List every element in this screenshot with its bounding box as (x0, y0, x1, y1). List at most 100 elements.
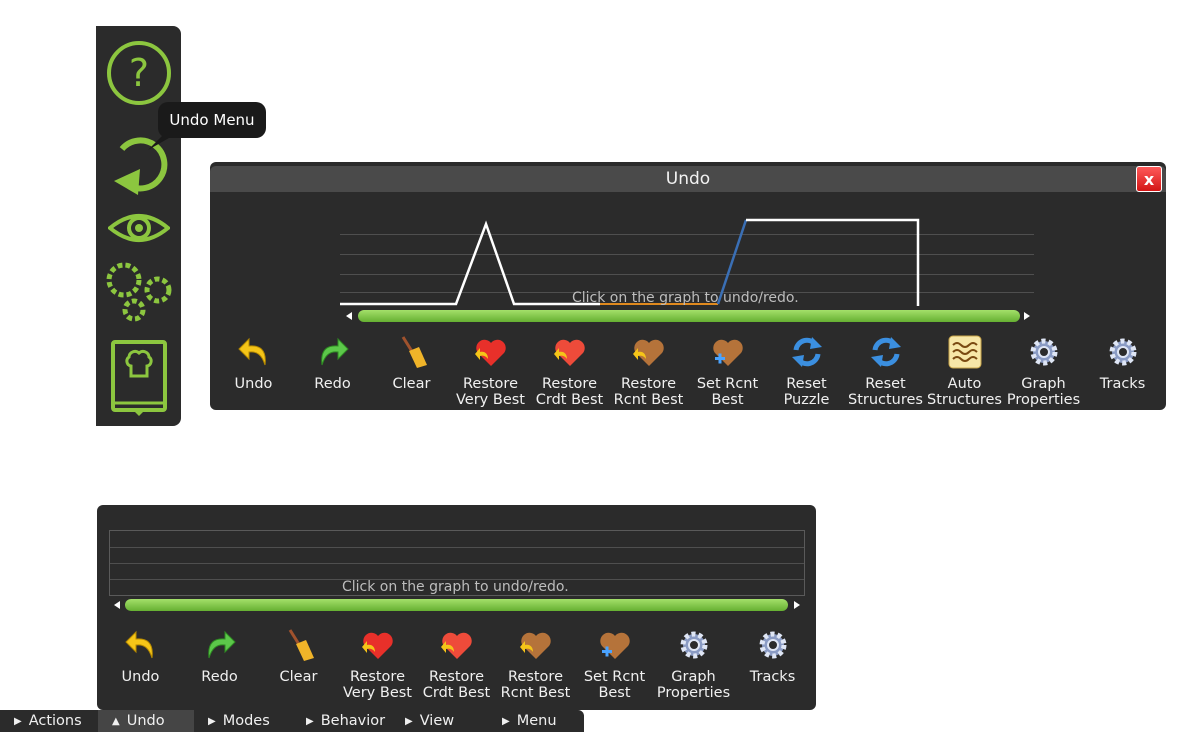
menu-modes[interactable]: ▶ Modes (208, 710, 270, 732)
graph-properties-button[interactable]: Graph Properties (654, 627, 733, 701)
graph-gridline (110, 547, 804, 548)
menu-actions[interactable]: ▶ Actions (0, 710, 98, 732)
undo-graph[interactable]: Click on the graph to undo/redo. (340, 212, 1034, 312)
broom-icon (288, 629, 314, 661)
redo-label: Redo (201, 669, 238, 685)
redo-button[interactable]: Redo (293, 334, 372, 408)
menu-modes-label: Modes (222, 713, 270, 729)
restore-very-best-button[interactable]: Restore Very Best (338, 627, 417, 701)
menu-view-label: View (419, 713, 455, 729)
menu-menu-label: Menu (516, 713, 557, 729)
restore-crdt-best-button[interactable]: Restore Crdt Best (417, 627, 496, 701)
refresh-icon (870, 337, 901, 367)
undo-panel-title: Undo (665, 169, 711, 189)
set-rcnt-best-label: Set Rcnt Best (696, 376, 759, 408)
scroll-left-arrow[interactable] (114, 601, 120, 609)
menu-undo[interactable]: ▲ Undo (98, 710, 194, 732)
auto-structures-label: Auto Structures (926, 376, 1002, 408)
undo-panel-titlebar[interactable]: Undo (210, 166, 1166, 192)
gear-icon (1109, 338, 1136, 366)
reset-puzzle-button[interactable]: Reset Puzzle (767, 334, 846, 408)
broom-icon (401, 336, 427, 368)
graph-properties-label: Graph Properties (1006, 376, 1081, 408)
docked-graph-scrollbar[interactable] (125, 599, 788, 611)
auto-structures-icon (948, 335, 981, 369)
clear-label: Clear (279, 669, 318, 685)
scroll-left-arrow[interactable] (346, 312, 352, 320)
heart-restore-icon (474, 339, 506, 366)
refresh-icon (791, 337, 822, 367)
bottom-menubar: ▶ Actions ▲ Undo ▶ Modes ▶ Behavior ▶ Vi… (0, 710, 584, 732)
cookbook-icon (110, 340, 167, 416)
restore-very-best-label: Restore Very Best (343, 669, 412, 701)
restore-crdt-best-label: Restore Crdt Best (422, 669, 491, 701)
redo-button[interactable]: Redo (180, 627, 259, 701)
tracks-label: Tracks (1099, 376, 1146, 392)
docked-undo-panel: Click on the graph to undo/redo. Undo Re… (97, 505, 816, 710)
expand-right-icon: ▶ (502, 715, 510, 727)
redo-icon (320, 337, 349, 366)
heart-restore-icon (553, 339, 585, 366)
expand-right-icon: ▶ (208, 715, 216, 727)
close-button[interactable]: x (1136, 166, 1162, 192)
graph-properties-label: Graph Properties (656, 669, 731, 701)
heart-plus-icon (599, 632, 630, 659)
graph-scrollbar[interactable] (358, 310, 1020, 322)
menu-undo-label: Undo (126, 713, 165, 729)
graph-properties-button[interactable]: Graph Properties (1004, 334, 1083, 408)
heart-brown-restore-icon (632, 339, 664, 366)
clear-button[interactable]: Clear (259, 627, 338, 701)
graph-hint: Click on the graph to undo/redo. (342, 579, 569, 595)
side-toolbar: ? (96, 26, 181, 426)
reset-structures-label: Reset Structures (847, 376, 923, 408)
undo-icon (237, 337, 266, 366)
heart-plus-icon (712, 339, 743, 366)
expand-right-icon: ▶ (405, 715, 413, 727)
clear-button[interactable]: Clear (372, 334, 451, 408)
set-rcnt-best-button[interactable]: Set Rcnt Best (688, 334, 767, 408)
expand-up-icon: ▲ (112, 715, 120, 727)
gear-icon (759, 631, 786, 659)
restore-crdt-best-label: Restore Crdt Best (535, 376, 604, 408)
gear-icon (680, 631, 707, 659)
set-rcnt-best-label: Set Rcnt Best (583, 669, 646, 701)
undo-panel: Undo x Click on the graph to undo/redo. … (210, 162, 1166, 410)
auto-structures-button[interactable]: Auto Structures (925, 334, 1004, 408)
help-button[interactable]: ? (96, 38, 181, 108)
redo-label: Redo (314, 376, 351, 392)
cookbook-button[interactable] (96, 338, 181, 418)
undo-button[interactable]: Undo (101, 627, 180, 701)
expand-right-icon: ▶ (306, 715, 314, 727)
svg-text:?: ? (128, 51, 148, 95)
settings-button[interactable] (96, 256, 181, 326)
settings-gears-icon (106, 262, 171, 322)
restore-crdt-best-button[interactable]: Restore Crdt Best (530, 334, 609, 408)
tracks-button[interactable]: Tracks (1083, 334, 1162, 408)
menu-behavior[interactable]: ▶ Behavior (306, 710, 385, 732)
reset-structures-button[interactable]: Reset Structures (846, 334, 925, 408)
restore-very-best-button[interactable]: Restore Very Best (451, 334, 530, 408)
docked-undo-toolbar: Undo Redo Clear Restore Very Best Restor… (101, 627, 812, 701)
scroll-right-arrow[interactable] (1024, 312, 1030, 320)
view-button[interactable] (96, 206, 181, 250)
graph-hint: Click on the graph to undo/redo. (572, 290, 799, 306)
help-icon: ? (106, 41, 171, 105)
undo-toolbar: Undo Redo Clear Restore Very Best Restor… (214, 334, 1162, 408)
restore-rcnt-best-button[interactable]: Restore Rcnt Best (496, 627, 575, 701)
view-eye-icon (107, 214, 170, 242)
heart-restore-icon (361, 632, 393, 659)
heart-restore-icon (440, 632, 472, 659)
undo-button[interactable]: Undo (214, 334, 293, 408)
set-rcnt-best-button[interactable]: Set Rcnt Best (575, 627, 654, 701)
tracks-button[interactable]: Tracks (733, 627, 812, 701)
menu-menu[interactable]: ▶ Menu (502, 710, 557, 732)
expand-right-icon: ▶ (14, 715, 22, 727)
restore-rcnt-best-button[interactable]: Restore Rcnt Best (609, 334, 688, 408)
scroll-right-arrow[interactable] (794, 601, 800, 609)
clear-label: Clear (392, 376, 431, 392)
undo-menu-tooltip: Undo Menu (158, 102, 266, 138)
restore-very-best-label: Restore Very Best (456, 376, 525, 408)
menu-view[interactable]: ▶ View (405, 710, 454, 732)
reset-puzzle-label: Reset Puzzle (783, 376, 830, 408)
docked-undo-graph[interactable]: Click on the graph to undo/redo. (109, 530, 805, 596)
